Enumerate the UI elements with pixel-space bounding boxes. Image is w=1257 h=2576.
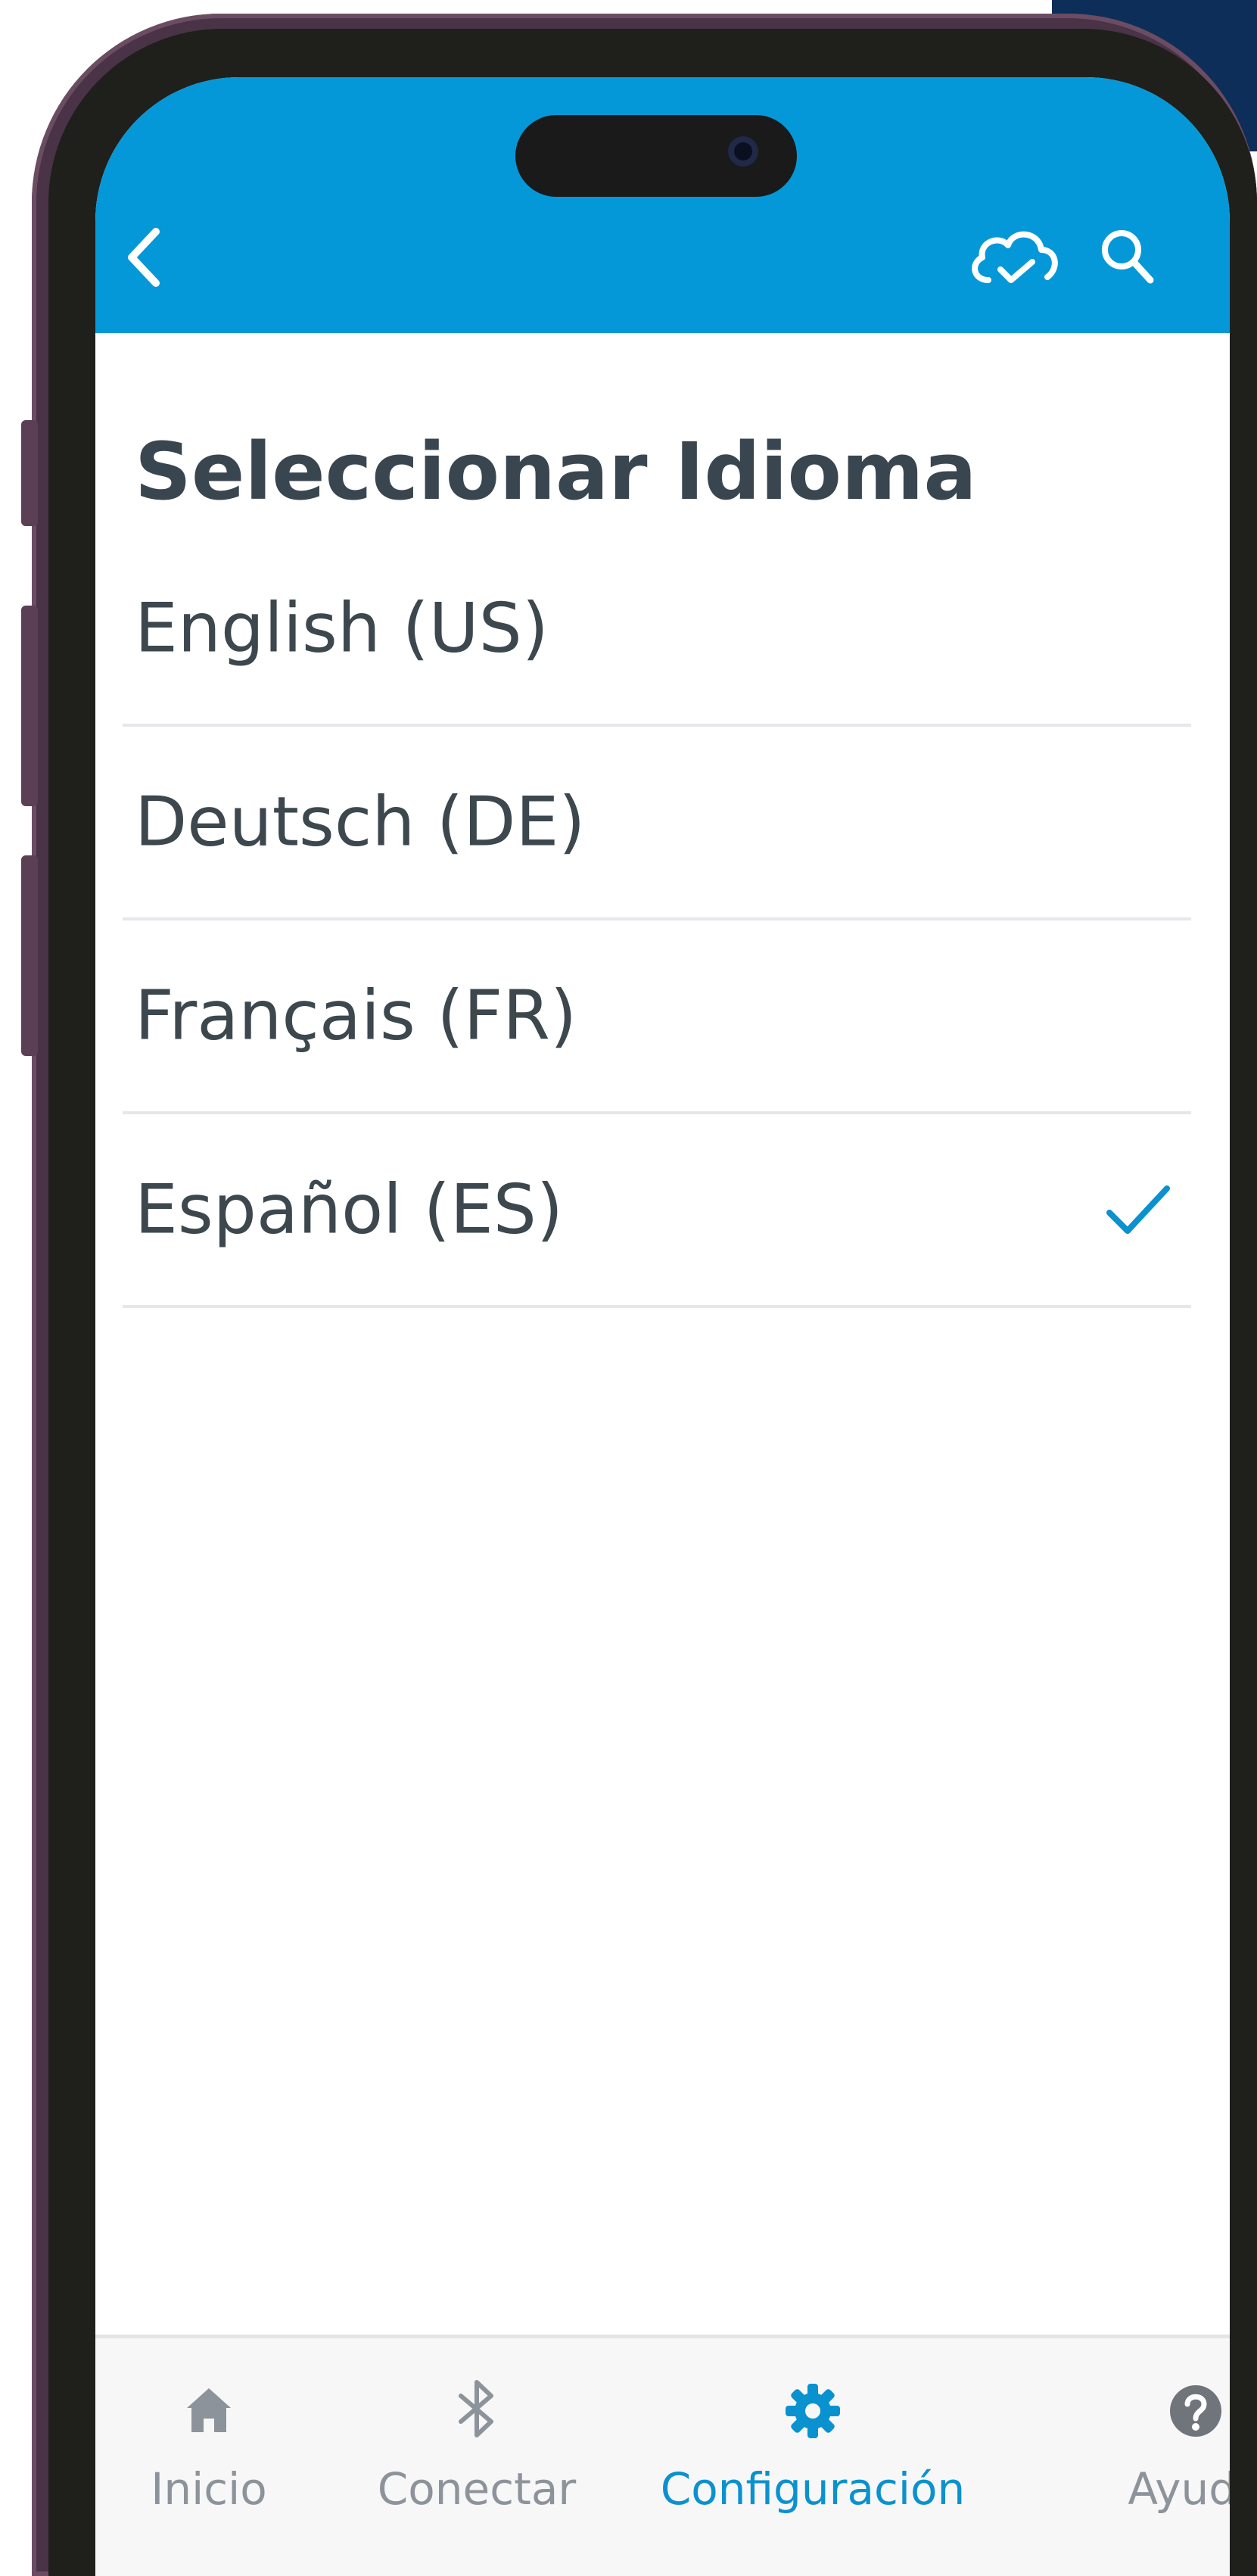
tab-ayuda[interactable]: Ayuda bbox=[1037, 2338, 1230, 2576]
checkmark-icon bbox=[1106, 1185, 1170, 1234]
phone-side-button bbox=[21, 606, 38, 806]
gear-icon bbox=[786, 2384, 840, 2438]
home-icon bbox=[187, 2388, 231, 2432]
language-option-deutsch[interactable]: Deutsch (DE) bbox=[123, 727, 1191, 920]
tab-label: Conectar bbox=[377, 2463, 577, 2515]
tab-conectar[interactable]: Conectar bbox=[318, 2338, 636, 2576]
help-icon bbox=[1170, 2385, 1221, 2437]
language-label: Français (FR) bbox=[135, 976, 577, 1056]
chevron-left-icon[interactable] bbox=[118, 221, 173, 294]
phone-side-button bbox=[21, 855, 38, 1056]
language-option-english[interactable]: English (US) bbox=[123, 533, 1191, 727]
search-icon[interactable] bbox=[1094, 221, 1158, 291]
language-option-francais[interactable]: Français (FR) bbox=[123, 920, 1191, 1114]
language-label: Español (ES) bbox=[135, 1170, 563, 1250]
tab-label: Configuración bbox=[660, 2463, 966, 2515]
app-screen: Seleccionar Idioma English (US) Deutsch … bbox=[95, 77, 1230, 2576]
front-camera bbox=[728, 136, 758, 167]
app-header bbox=[95, 77, 1230, 333]
language-option-espanol[interactable]: Español (ES) bbox=[123, 1114, 1191, 1308]
language-label: Deutsch (DE) bbox=[135, 782, 586, 862]
bottom-tab-bar: Inicio Conectar Configuración Ayud bbox=[95, 2335, 1230, 2576]
tab-configuracion[interactable]: Configuración bbox=[654, 2338, 972, 2576]
cloud-sync-icon[interactable] bbox=[966, 220, 1063, 295]
language-label: English (US) bbox=[135, 588, 549, 668]
bluetooth-icon bbox=[459, 2380, 493, 2437]
phone-side-button bbox=[21, 420, 38, 526]
page-title: Seleccionar Idioma bbox=[135, 425, 977, 518]
tab-label: Ayuda bbox=[1128, 2463, 1230, 2515]
